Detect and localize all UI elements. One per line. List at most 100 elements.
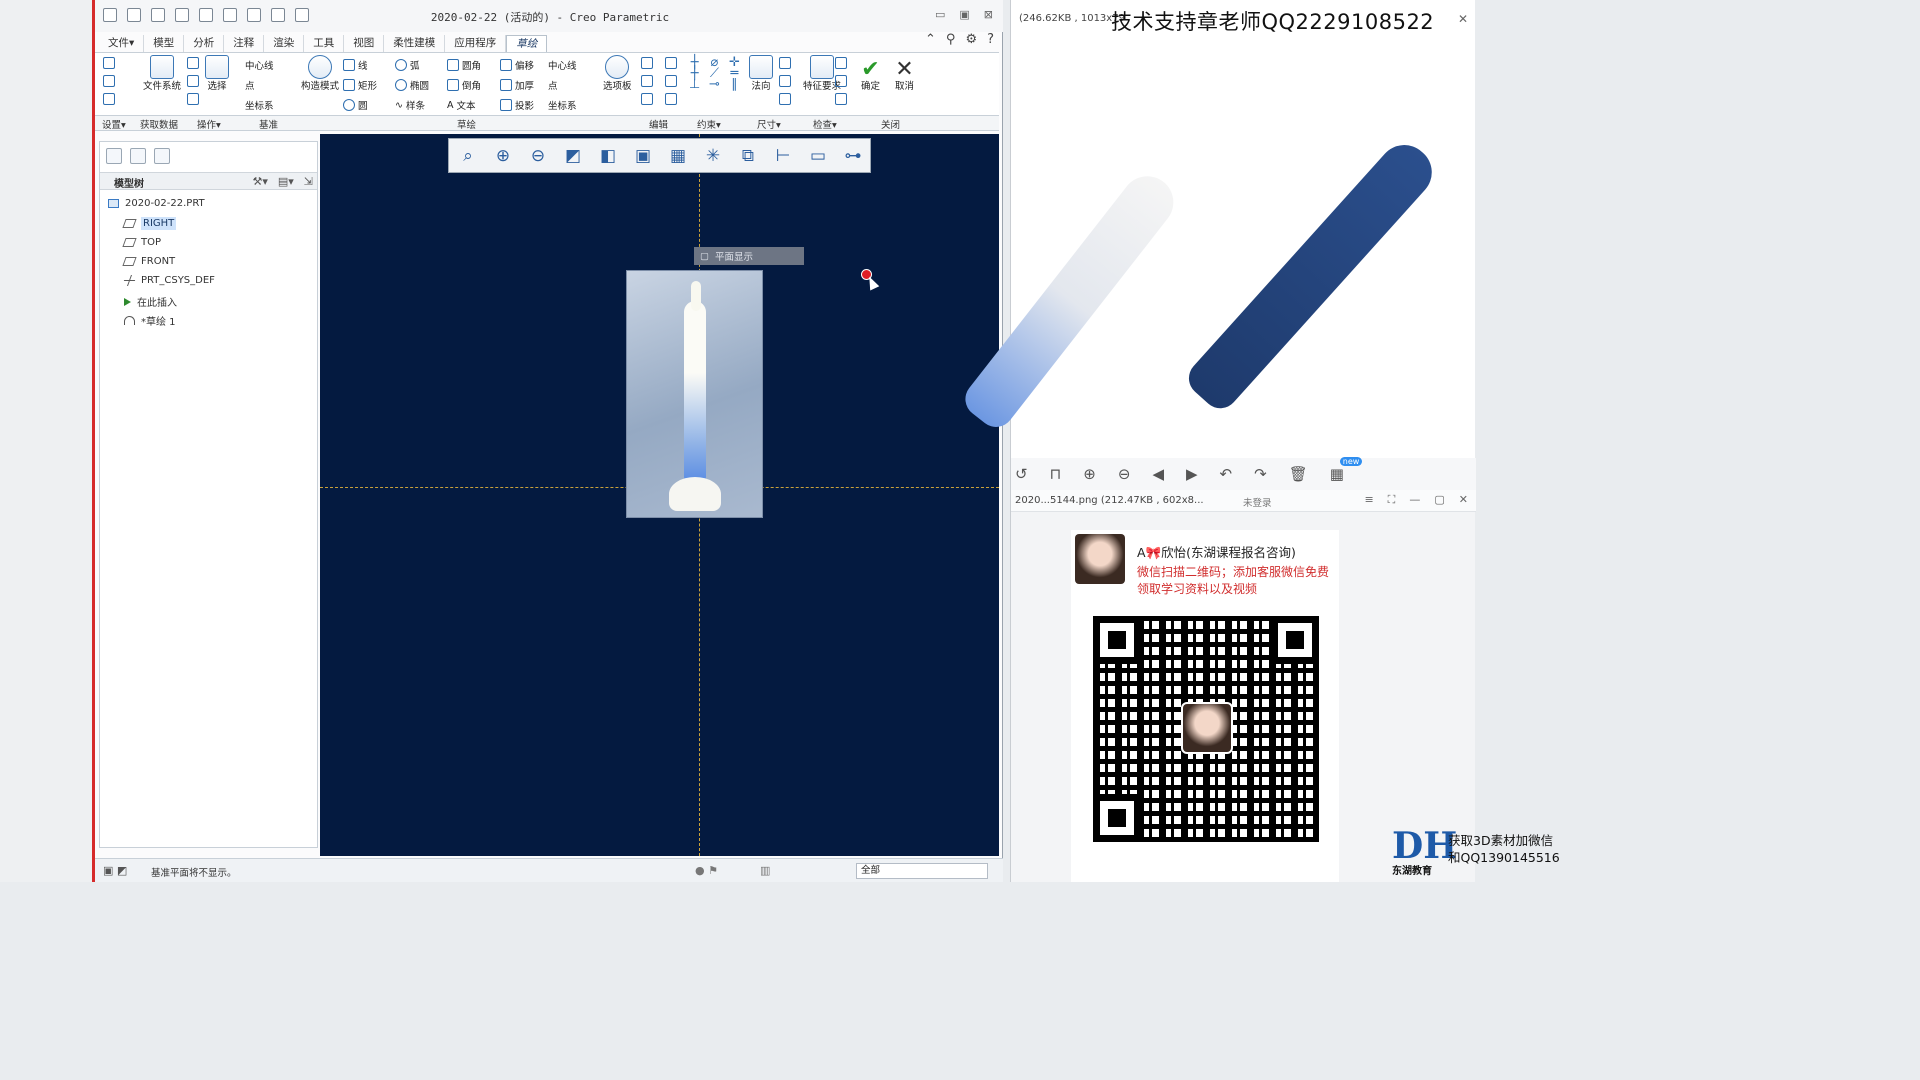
maximize-button[interactable]: ▢ [1434,493,1444,507]
tree-item-right[interactable]: RIGHT [122,217,177,230]
perpendicular-constraint-icon[interactable]: ⊥ [689,78,700,91]
crop-icon[interactable]: ⊓ [1050,465,1062,483]
display-style-icon[interactable]: ◧ [595,143,621,169]
symmetric-constraint-icon[interactable]: ⊸ [709,78,720,91]
smart-selection-icon[interactable]: ▥ [760,864,770,877]
copy-icon[interactable] [187,75,199,87]
sketch-centerline-button[interactable]: 中心线 [548,58,577,72]
chamfer-button[interactable]: 倒角 [447,78,481,92]
zoom-in-icon[interactable]: ⊕ [1083,465,1096,483]
repaint-icon[interactable]: ◩ [560,143,586,169]
cancel-button[interactable]: ✕ 取消 [895,59,914,93]
close-button[interactable]: ✕ [1459,493,1468,507]
dimension-display-icon[interactable]: ⊢ [770,143,796,169]
constraint-display-icon[interactable]: ▭ [805,143,831,169]
maximize-button[interactable]: ▣ [959,8,969,21]
saved-views-icon[interactable]: ▣ [630,143,656,169]
shade-closed-loops-icon[interactable] [835,93,847,105]
text-button[interactable]: A 文本 [447,98,476,113]
zoom-out-icon[interactable]: ⊖ [525,143,551,169]
group-constrain[interactable]: 约束▾ [697,117,721,131]
datum-centerline-button[interactable]: 中心线 [245,58,274,72]
palette-button[interactable]: 选项板 [603,55,632,92]
file-system-button[interactable]: 文件系统 [143,55,181,92]
display-icon[interactable]: ⧉ [735,143,761,169]
ok-button[interactable]: ✔ 确定 [861,59,880,93]
open-file-icon[interactable] [151,8,165,22]
parallel-constraint-icon[interactable]: ∥ [731,78,738,91]
undo-icon[interactable] [199,8,213,22]
selection-filter-select[interactable]: 全部 [856,863,988,879]
tree-show-icon[interactable]: ▤▾ [278,175,294,188]
help-icon[interactable]: ? [987,32,994,47]
redo-icon[interactable]: ↷ [1254,465,1267,483]
settings-icon[interactable]: ⚙ [965,32,977,47]
highlight-open-ends-icon[interactable] [835,75,847,87]
tree-item-sketch[interactable]: *草绘 1 [124,313,176,328]
perimeter-icon[interactable] [779,57,791,69]
minimize-button[interactable]: — [1409,493,1420,507]
normal-dimension-button[interactable]: 法向 [749,55,773,92]
refit-icon[interactable]: ⌕ [455,143,481,169]
tab-flexible-modeling[interactable]: 柔性建模 [384,35,446,52]
fullscreen-button[interactable]: ⛶ [1388,493,1396,507]
group-operations[interactable]: 操作▾ [197,117,221,131]
divide-icon[interactable] [665,57,677,69]
thicken-button[interactable]: 加厚 [500,78,534,92]
minimize-button[interactable]: ▭ [935,8,945,21]
delete-segment-icon[interactable] [665,75,677,87]
rectangle-button[interactable]: 矩形 [343,78,377,92]
rotate-resize-icon[interactable] [641,93,653,105]
group-dimension[interactable]: 尺寸▾ [757,117,781,131]
menu-button[interactable]: ≡ [1364,493,1373,507]
close-window-icon[interactable] [295,8,309,22]
arc-button[interactable]: 弧 [395,58,420,72]
graphics-viewport[interactable]: ⌕ ⊕ ⊖ ◩ ◧ ▣ ▦ ✳ ⧉ ⊢ ▭ ⊶ ▢ 平面显示 [320,134,999,856]
tree-item-csys[interactable]: PRT_CSYS_DEF [124,275,215,286]
corner-icon[interactable] [665,93,677,105]
tab-render[interactable]: 渲染 [264,35,305,52]
sketch-csys-button[interactable]: 坐标系 [548,98,577,112]
tree-item-top[interactable]: TOP [122,237,161,248]
delete-icon[interactable]: 🗑 [1289,465,1308,483]
sketch-view-icon[interactable]: ▦ [665,143,691,169]
tree-item-part[interactable]: 2020-02-22.PRT [108,198,205,209]
next-icon[interactable]: ▶ [1186,465,1198,483]
close-button[interactable]: ⊠ [984,8,993,21]
modify-icon[interactable] [641,57,653,69]
overlap-geometry-icon[interactable] [835,57,847,69]
tab-applications[interactable]: 应用程序 [445,35,507,52]
model-tree-tab-icon[interactable] [106,148,122,164]
folder-browser-tab-icon[interactable] [130,148,146,164]
spline-button[interactable]: ∿ 样条 [395,98,425,113]
login-status[interactable]: 未登录 [1243,495,1272,509]
sketch-setup-button[interactable] [103,57,115,105]
rotate-left-icon[interactable]: ↺ [1015,465,1028,483]
tree-item-insert-here[interactable]: 在此插入 [124,294,177,309]
paste-icon[interactable] [187,93,199,105]
tree-settings-icon[interactable]: ⚒▾ [252,175,267,188]
tree-item-front[interactable]: FRONT [122,256,175,267]
line-button[interactable]: 线 [343,58,368,72]
close-icon[interactable]: ✕ [1458,12,1468,26]
circle-button[interactable]: 圆 [343,98,368,112]
tab-file[interactable]: 文件▾ [99,35,145,52]
group-get-data[interactable]: 获取数据 [140,117,178,131]
tab-annotate[interactable]: 注释 [224,35,265,52]
select-button[interactable]: 选择 [205,55,229,92]
planar-display-popup[interactable]: ▢ 平面显示 [694,247,804,265]
undo-icon[interactable]: ↶ [1220,465,1233,483]
datum-csys-button[interactable]: 坐标系 [245,98,274,112]
datum-display-icon[interactable]: ✳ [700,143,726,169]
project-button[interactable]: 投影 [500,98,534,112]
fillet-button[interactable]: 圆角 [447,58,481,72]
ellipse-button[interactable]: 椭圆 [395,78,429,92]
group-setup[interactable]: 设置▾ [102,117,126,131]
baseline-icon[interactable] [779,93,791,105]
tree-filter-icon[interactable]: ⇲ [304,175,313,188]
group-inspect[interactable]: 检查▾ [813,117,837,131]
datum-point-button[interactable]: 点 [245,78,255,92]
offset-button[interactable]: 偏移 [500,58,534,72]
grid-display-icon[interactable]: ⊶ [840,143,866,169]
tab-view[interactable]: 视图 [344,35,385,52]
